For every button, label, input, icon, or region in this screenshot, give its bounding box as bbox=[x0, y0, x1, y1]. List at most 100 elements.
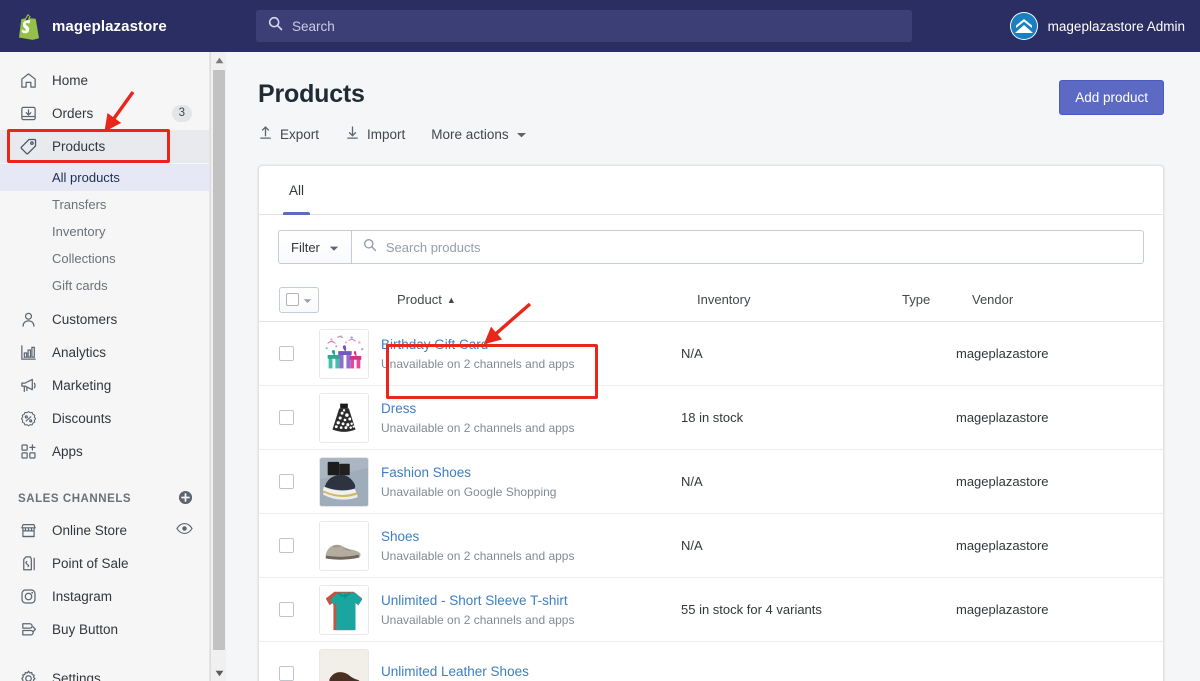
cell-vendor: mageplazastore bbox=[956, 538, 1086, 553]
sidebar-item-products[interactable]: Products bbox=[0, 130, 209, 163]
chevron-down-icon bbox=[329, 240, 339, 255]
filter-row: Filter Search products bbox=[259, 215, 1163, 278]
product-name-link[interactable]: Dress bbox=[381, 400, 681, 418]
product-availability: Unavailable on Google Shopping bbox=[381, 485, 681, 499]
row-checkbox[interactable] bbox=[279, 602, 294, 617]
export-button[interactable]: Export bbox=[258, 125, 319, 143]
table-row[interactable]: Fashion Shoes Unavailable on Google Shop… bbox=[259, 450, 1163, 514]
sidebar-subitem-label: Collections bbox=[52, 251, 116, 266]
sidebar-subitem-all-products[interactable]: All products bbox=[0, 164, 209, 191]
sidebar-item-orders[interactable]: Orders 3 bbox=[0, 97, 209, 130]
discounts-percent-icon bbox=[18, 409, 38, 429]
sidebar-item-label: Marketing bbox=[52, 378, 111, 393]
product-name-link[interactable]: Unlimited - Short Sleeve T-shirt bbox=[381, 592, 681, 610]
sort-ascending-icon: ▲ bbox=[447, 295, 456, 305]
add-product-button[interactable]: Add product bbox=[1059, 80, 1164, 115]
filter-label: Filter bbox=[291, 240, 320, 255]
sidebar-item-apps[interactable]: Apps bbox=[0, 435, 209, 468]
column-header-inventory[interactable]: Inventory bbox=[697, 292, 902, 307]
scroll-up-arrow-icon[interactable] bbox=[211, 52, 227, 68]
cell-inventory: 18 in stock bbox=[681, 410, 886, 425]
more-actions-button[interactable]: More actions bbox=[431, 127, 526, 142]
product-availability: Unavailable on 2 channels and apps bbox=[381, 421, 681, 435]
tshirt-thumb bbox=[319, 585, 369, 635]
row-checkbox[interactable] bbox=[279, 410, 294, 425]
column-header-vendor[interactable]: Vendor bbox=[972, 292, 1102, 307]
scroll-down-arrow-icon[interactable] bbox=[211, 665, 227, 681]
products-subnav: All products Transfers Inventory Collect… bbox=[0, 163, 209, 303]
column-header-product[interactable]: Product ▲ bbox=[397, 292, 697, 307]
sidebar-subitem-gift-cards[interactable]: Gift cards bbox=[0, 272, 209, 299]
spacer bbox=[0, 646, 209, 662]
sidebar-item-online-store[interactable]: Online Store bbox=[0, 514, 209, 547]
sidebar-item-label: Customers bbox=[52, 312, 117, 327]
table-row[interactable]: Unlimited Leather Shoes bbox=[259, 642, 1163, 681]
sidebar-item-label: Apps bbox=[52, 444, 83, 459]
cell-inventory: N/A bbox=[681, 538, 886, 553]
table-row[interactable]: Unlimited - Short Sleeve T-shirt Unavail… bbox=[259, 578, 1163, 642]
sidebar-subitem-inventory[interactable]: Inventory bbox=[0, 218, 209, 245]
product-name-link[interactable]: Birthday Gift Card bbox=[381, 336, 681, 354]
account-menu[interactable]: mageplazastore Admin bbox=[1010, 12, 1200, 40]
product-name-link[interactable]: Fashion Shoes bbox=[381, 464, 681, 482]
sidebar-scrollbar[interactable] bbox=[210, 52, 226, 681]
product-name-link[interactable]: Unlimited Leather Shoes bbox=[381, 663, 681, 681]
sidebar-item-marketing[interactable]: Marketing bbox=[0, 369, 209, 402]
filter-button[interactable]: Filter bbox=[278, 230, 351, 264]
product-availability: Unavailable on 2 channels and apps bbox=[381, 613, 681, 627]
cell-vendor: mageplazastore bbox=[956, 474, 1086, 489]
sidebar-item-point-of-sale[interactable]: Point of Sale bbox=[0, 547, 209, 580]
brand[interactable]: mageplazastore bbox=[0, 13, 256, 40]
page-header: Products Export bbox=[226, 52, 1200, 143]
row-checkbox[interactable] bbox=[279, 538, 294, 553]
sidebar-item-settings[interactable]: Settings bbox=[0, 662, 209, 681]
row-checkbox-cell bbox=[279, 602, 319, 617]
eye-icon[interactable] bbox=[176, 522, 193, 540]
sidebar-subitem-collections[interactable]: Collections bbox=[0, 245, 209, 272]
row-checkbox[interactable] bbox=[279, 666, 294, 681]
apps-grid-icon bbox=[18, 442, 38, 462]
sidebar-subitem-label: Gift cards bbox=[52, 278, 108, 293]
row-checkbox-cell bbox=[279, 666, 319, 681]
product-info: Fashion Shoes Unavailable on Google Shop… bbox=[381, 464, 681, 499]
table-row[interactable]: Shoes Unavailable on 2 channels and apps… bbox=[259, 514, 1163, 578]
tab-all[interactable]: All bbox=[275, 166, 318, 214]
select-all-checkbox[interactable] bbox=[286, 293, 299, 306]
sidebar-item-instagram[interactable]: Instagram bbox=[0, 580, 209, 613]
row-checkbox[interactable] bbox=[279, 346, 294, 361]
cell-inventory: 55 in stock for 4 variants bbox=[681, 602, 886, 617]
export-label: Export bbox=[280, 127, 319, 142]
tab-bar: All bbox=[259, 166, 1163, 215]
column-header-type[interactable]: Type bbox=[902, 292, 972, 307]
column-header-product-label: Product bbox=[397, 292, 442, 307]
cell-vendor: mageplazastore bbox=[956, 346, 1086, 361]
row-checkbox-cell bbox=[279, 538, 319, 553]
sidebar-item-home[interactable]: Home bbox=[0, 64, 209, 97]
column-header-type-label: Type bbox=[902, 292, 930, 307]
sidebar-item-analytics[interactable]: Analytics bbox=[0, 336, 209, 369]
import-button[interactable]: Import bbox=[345, 125, 405, 143]
scrollbar-thumb[interactable] bbox=[213, 70, 225, 650]
sidebar-item-customers[interactable]: Customers bbox=[0, 303, 209, 336]
sidebar-item-discounts[interactable]: Discounts bbox=[0, 402, 209, 435]
sidebar-item-buy-button[interactable]: Buy Button bbox=[0, 613, 209, 646]
product-name-link[interactable]: Shoes bbox=[381, 528, 681, 546]
cell-inventory: N/A bbox=[681, 346, 886, 361]
row-checkbox[interactable] bbox=[279, 474, 294, 489]
row-checkbox-cell bbox=[279, 410, 319, 425]
sidebar-item-label: Orders bbox=[52, 106, 93, 121]
sidebar-subitem-transfers[interactable]: Transfers bbox=[0, 191, 209, 218]
sales-channels-header: SALES CHANNELS bbox=[0, 484, 209, 514]
import-label: Import bbox=[367, 127, 405, 142]
shopify-logo-icon bbox=[16, 13, 42, 40]
global-search[interactable]: Search bbox=[256, 10, 912, 42]
row-checkbox-cell bbox=[279, 474, 319, 489]
search-products-input[interactable]: Search products bbox=[351, 230, 1144, 264]
import-icon bbox=[345, 125, 360, 143]
page-title: Products bbox=[258, 80, 1059, 109]
chevron-down-icon[interactable] bbox=[303, 291, 312, 309]
table-row[interactable]: Dress Unavailable on 2 channels and apps… bbox=[259, 386, 1163, 450]
add-sales-channel-icon[interactable] bbox=[178, 490, 193, 508]
table-row[interactable]: Birthday Gift Card Unavailable on 2 chan… bbox=[259, 322, 1163, 386]
select-all-control[interactable] bbox=[279, 287, 319, 313]
